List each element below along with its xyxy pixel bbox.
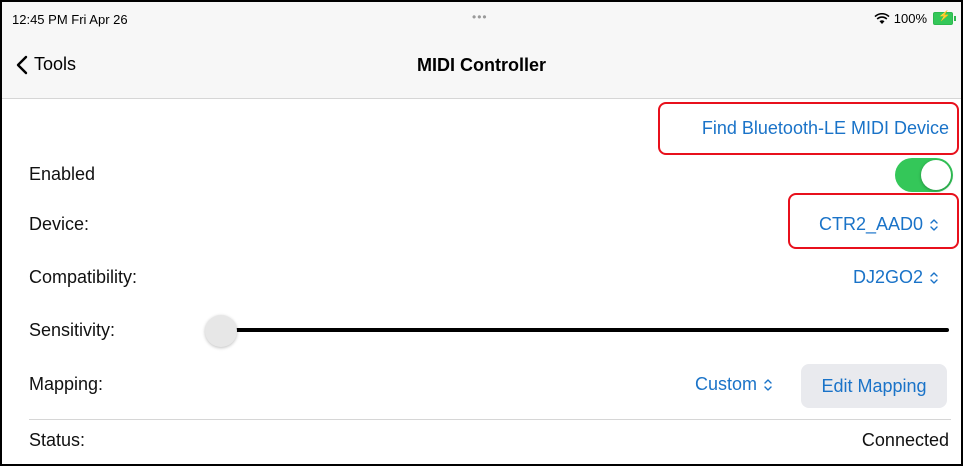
- device-label: Device:: [29, 214, 90, 234]
- status-indicators: 100% ⚡: [874, 11, 956, 26]
- device-picker[interactable]: CTR2_AAD0: [819, 214, 939, 235]
- chevron-updown-icon: [930, 271, 938, 284]
- chevron-updown-icon: [930, 218, 938, 231]
- find-bluetooth-midi-device-button[interactable]: Find Bluetooth-LE MIDI Device: [702, 118, 949, 139]
- chevron-updown-icon: [764, 378, 772, 391]
- enabled-toggle[interactable]: [895, 158, 953, 192]
- status-label: Status:: [29, 430, 86, 450]
- multitasking-dots[interactable]: •••: [472, 10, 488, 24]
- app-frame: 12:45 PM Fri Apr 26 ••• 100% ⚡ Tools MID…: [0, 0, 963, 466]
- device-value: CTR2_AAD0: [818, 214, 923, 234]
- enabled-label: Enabled: [29, 164, 96, 184]
- edit-mapping-button[interactable]: Edit Mapping: [801, 364, 947, 408]
- sensitivity-slider-track[interactable]: [222, 328, 949, 332]
- mapping-picker[interactable]: Custom: [695, 374, 773, 395]
- toggle-knob: [921, 160, 951, 190]
- compatibility-picker[interactable]: DJ2GO2: [853, 267, 939, 288]
- page-title: MIDI Controller: [417, 55, 546, 75]
- mapping-value: Custom: [694, 374, 757, 394]
- sensitivity-slider-thumb[interactable]: [205, 315, 237, 347]
- battery-percent: 100%: [893, 11, 927, 26]
- battery-charging-icon: ⚡: [933, 11, 956, 25]
- top-bar: 12:45 PM Fri Apr 26 ••• 100% ⚡ Tools MID…: [2, 2, 961, 99]
- wifi-icon: [874, 12, 890, 24]
- compatibility-label: Compatibility:: [29, 267, 138, 287]
- sensitivity-label: Sensitivity:: [29, 320, 116, 340]
- divider: [29, 419, 951, 420]
- status-time: 12:45 PM Fri Apr 26: [12, 12, 128, 27]
- status-value: Connected: [861, 430, 949, 450]
- mapping-label: Mapping:: [29, 374, 104, 394]
- compatibility-value: DJ2GO2: [852, 267, 923, 287]
